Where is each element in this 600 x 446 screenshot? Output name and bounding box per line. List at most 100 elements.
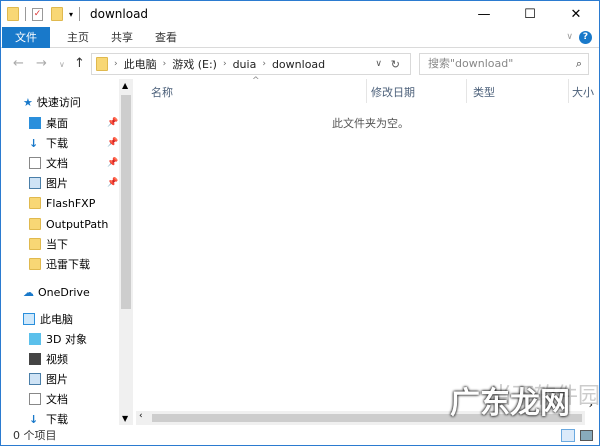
search-icon[interactable]: ⌕ <box>576 54 582 74</box>
column-size[interactable]: 大小 <box>572 84 594 100</box>
tab-home[interactable]: 主页 <box>56 27 100 48</box>
nav-label: 此电脑 <box>40 313 73 326</box>
large-icons-view-button[interactable] <box>580 429 593 441</box>
pin-icon[interactable]: 📌 <box>107 118 118 128</box>
nav-label: 桌面 <box>46 117 68 130</box>
nav-label: 图片 <box>46 177 68 190</box>
nav-scrollbar[interactable]: ▲ ▼ <box>119 79 133 425</box>
picture-icon <box>29 177 41 189</box>
file-list: ^ 名称 修改日期 类型 大小 此文件夹为空。 <box>136 76 599 425</box>
nav-label: 快速访问 <box>36 96 81 109</box>
back-button[interactable]: ← <box>13 56 24 71</box>
address-bar[interactable]: › 此电脑 › 游戏 (E:) › duia › download ∨ ↻ <box>91 53 411 75</box>
breadcrumb-duia[interactable]: duia <box>233 58 257 71</box>
title-bar: ✓ ▾ download — ☐ ✕ <box>1 1 599 27</box>
scroll-down-icon[interactable]: ▼ <box>122 414 128 423</box>
download-icon: ↓ <box>29 413 39 426</box>
minimize-button[interactable]: — <box>461 1 507 27</box>
nav-item-3d-objects[interactable]: 3D 对象 <box>29 329 87 349</box>
address-bar-row: ← → ∨ ↑ › 此电脑 › 游戏 (E:) › duia › download ∨ … <box>1 52 599 76</box>
status-bar: 0 个项目 <box>1 425 599 445</box>
nav-item-dangxia[interactable]: 当下 <box>29 234 68 254</box>
column-type[interactable]: 类型 <box>473 84 495 100</box>
navigation-pane: ★ 快速访问 桌面 📌 ↓ 下载 📌 文档 📌 图片 📌 FlashFXP OutputPa… <box>1 79 133 426</box>
folder-icon <box>96 57 108 71</box>
sort-ascending-icon: ^ <box>252 76 260 86</box>
document-icon <box>29 157 41 169</box>
nav-quick-access[interactable]: ★ 快速访问 <box>23 92 81 112</box>
folder-icon <box>29 238 41 250</box>
nav-item-flashfxp[interactable]: FlashFXP <box>29 193 95 213</box>
nav-item-documents[interactable]: 文档 <box>29 153 68 173</box>
tab-file[interactable]: 文件 <box>2 26 50 48</box>
picture-icon <box>29 373 41 385</box>
nav-item-downloads[interactable]: ↓ 下载 <box>29 133 68 153</box>
nav-label: 图片 <box>46 373 68 386</box>
nav-item-outputpath[interactable]: OutputPath <box>29 214 108 234</box>
details-view-button[interactable] <box>561 428 575 442</box>
column-modified[interactable]: 修改日期 <box>371 84 415 100</box>
breadcrumb-download[interactable]: download <box>272 58 325 71</box>
tab-view[interactable]: 查看 <box>144 27 188 48</box>
quick-access-dropdown-icon[interactable]: ▾ <box>69 10 73 19</box>
maximize-button[interactable]: ☐ <box>507 1 553 27</box>
help-icon[interactable]: ? <box>579 30 592 44</box>
empty-folder-message: 此文件夹为空。 <box>332 117 409 130</box>
window-title: download <box>90 7 149 21</box>
column-name[interactable]: 名称 <box>151 84 173 100</box>
folder-icon <box>29 197 41 209</box>
close-button[interactable]: ✕ <box>553 1 599 27</box>
nav-label: 当下 <box>46 238 68 251</box>
watermark: 广东龙网 <box>450 386 570 421</box>
nav-item-pictures[interactable]: 图片 <box>29 173 68 193</box>
pin-icon[interactable]: 📌 <box>107 178 118 188</box>
folder-icon <box>29 218 41 230</box>
desktop-icon <box>29 117 41 129</box>
search-placeholder: 搜索"download" <box>428 57 514 70</box>
star-icon: ★ <box>23 95 33 109</box>
document-icon <box>29 393 41 405</box>
nav-label: OutputPath <box>46 217 109 231</box>
cloud-icon: ☁ <box>23 285 34 299</box>
nav-item-xunlei[interactable]: 迅雷下载 <box>29 254 90 274</box>
nav-this-pc[interactable]: 此电脑 <box>23 309 73 329</box>
nav-item-pc-pictures[interactable]: 图片 <box>29 369 68 389</box>
nav-label: OneDrive <box>38 285 90 299</box>
pin-icon[interactable]: 📌 <box>107 138 118 148</box>
address-dropdown-icon[interactable]: ∨ <box>375 59 382 69</box>
nav-label: 文档 <box>46 157 68 170</box>
nav-item-videos[interactable]: 视频 <box>29 349 68 369</box>
new-folder-icon[interactable] <box>51 7 63 21</box>
properties-icon[interactable]: ✓ <box>32 7 43 21</box>
cube-icon <box>29 333 41 345</box>
refresh-icon[interactable]: ↻ <box>391 58 400 71</box>
item-count: 0 个项目 <box>13 429 57 442</box>
tab-share[interactable]: 共享 <box>100 27 144 48</box>
search-input[interactable]: 搜索"download" ⌕ <box>419 53 589 75</box>
up-button[interactable]: ↑ <box>74 56 85 71</box>
nav-label: 文档 <box>46 393 68 406</box>
recent-dropdown[interactable]: ∨ <box>59 60 65 69</box>
expand-ribbon-icon[interactable]: ∨ <box>566 32 573 42</box>
scroll-left-icon[interactable]: ‹ <box>139 411 143 421</box>
forward-button[interactable]: → <box>36 56 47 71</box>
nav-item-pc-documents[interactable]: 文档 <box>29 389 68 409</box>
breadcrumb-this-pc[interactable]: 此电脑 <box>124 56 157 72</box>
scroll-thumb[interactable] <box>121 95 131 309</box>
computer-icon <box>23 313 35 325</box>
download-icon: ↓ <box>29 137 39 150</box>
nav-label: 视频 <box>46 353 68 366</box>
scroll-up-icon[interactable]: ▲ <box>122 81 128 90</box>
nav-label: 下载 <box>46 137 68 150</box>
nav-label: 迅雷下载 <box>46 258 90 271</box>
nav-onedrive[interactable]: ☁ OneDrive <box>23 282 90 302</box>
pin-icon[interactable]: 📌 <box>107 158 118 168</box>
folder-icon <box>7 7 19 21</box>
nav-item-desktop[interactable]: 桌面 <box>29 113 68 133</box>
video-icon <box>29 353 41 365</box>
breadcrumb-drive[interactable]: 游戏 (E:) <box>172 56 217 72</box>
nav-label: FlashFXP <box>46 196 96 210</box>
folder-icon <box>29 258 41 270</box>
ribbon-tabs: 文件 主页 共享 查看 ∨ ? <box>1 26 599 48</box>
nav-label: 3D 对象 <box>46 333 87 346</box>
